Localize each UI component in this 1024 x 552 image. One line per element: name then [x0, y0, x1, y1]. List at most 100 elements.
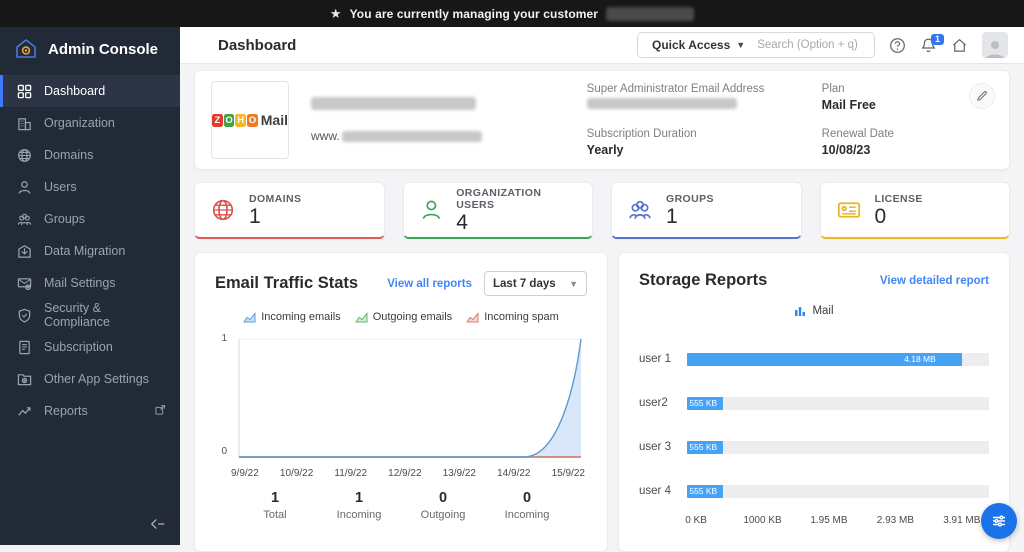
storage-bar[interactable]: 4.18 MB	[687, 352, 962, 366]
notification-count-badge: 1	[931, 33, 945, 46]
organization-icon	[18, 117, 31, 130]
organization-users-icon	[422, 200, 440, 220]
groups-cluster-icon	[629, 200, 651, 219]
admin-console-logo[interactable]: Admin Console	[0, 27, 180, 73]
field-renewal-date: Renewal Date 10/08/23	[821, 128, 894, 157]
storage-reports-panel: Storage Reports View detailed report Mai…	[618, 252, 1010, 552]
traffic-x-tick: 14/9/22	[497, 468, 531, 479]
sidebar-item-security-compliance[interactable]: Security & Compliance	[0, 299, 180, 331]
traffic-legend: Incoming emails Outgoing emails Incoming…	[215, 311, 587, 323]
globe-icon	[18, 148, 31, 162]
storage-bar-track: 555 KB	[687, 396, 989, 410]
traffic-x-tick: 15/9/22	[551, 468, 585, 479]
zoho-letter-o1: O	[223, 113, 235, 127]
notifications-button[interactable]: 1	[920, 33, 945, 54]
summary-incoming-spam: 0 Incoming	[504, 490, 550, 521]
email-traffic-title: Email Traffic Stats	[215, 274, 359, 292]
storage-bar-track: 555 KB	[687, 484, 989, 498]
legend-outgoing-emails: Outgoing emails	[354, 311, 452, 323]
global-search[interactable]: Quick Access ▼	[637, 32, 875, 58]
reports-trend-icon	[18, 406, 31, 416]
stat-card-groups[interactable]: GROUPS 1	[611, 182, 802, 239]
data-migration-icon	[18, 244, 31, 258]
customer-name-redacted	[606, 6, 695, 21]
sidebar-item-subscription[interactable]: Subscription	[0, 331, 180, 363]
user-avatar[interactable]	[982, 32, 1008, 58]
pencil-icon	[977, 91, 987, 101]
stat-card-license[interactable]: LICENSE 0	[819, 182, 1010, 239]
storage-axis-tick: 2.93 MB	[876, 515, 914, 526]
storage-filter-fab[interactable]	[981, 503, 1017, 539]
org-fields: Super Administrator Email Address Plan M…	[586, 83, 1002, 157]
admin-console-home-gear-icon	[16, 39, 36, 58]
help-button[interactable]	[889, 37, 906, 54]
shield-check-icon	[18, 308, 31, 323]
sidebar-item-organization[interactable]: Organization	[0, 107, 180, 139]
org-identity: www.	[311, 97, 482, 143]
storage-row-user1: user 1 4.18 MB	[639, 337, 989, 381]
summary-outgoing: 0 Outgoing	[420, 490, 466, 521]
stat-cards-row: DOMAINS 1 ORGANIZATION USERS 4 GROUPS 1	[194, 182, 1010, 239]
sidebar-item-label: Organization	[44, 116, 115, 130]
storage-reports-title: Storage Reports	[639, 271, 768, 289]
home-icon	[952, 38, 967, 52]
traffic-chart: 1 0	[215, 331, 587, 465]
sidebar-item-label: Groups	[44, 212, 85, 226]
storage-axis-tick: 3.91 MB	[943, 515, 981, 526]
storage-axis-tick: 0 KB	[685, 515, 707, 526]
chevron-down-icon: ▼	[736, 40, 746, 50]
traffic-x-tick: 12/9/22	[388, 468, 422, 479]
managed-customer-banner: ★ You are currently managing your custom…	[0, 0, 1024, 27]
dashboard-icon	[17, 84, 32, 98]
summary-incoming: 1 Incoming	[336, 490, 382, 521]
app-title: Admin Console	[48, 40, 159, 58]
traffic-x-tick: 13/9/22	[442, 468, 476, 479]
view-all-reports-link[interactable]: View all reports	[387, 278, 472, 290]
dashboard-panels: Email Traffic Stats View all reports Las…	[194, 252, 1010, 552]
sidebar-item-mail-settings[interactable]: Mail Settings	[0, 267, 180, 299]
sidebar-item-dashboard[interactable]: Dashboard	[0, 75, 180, 107]
storage-axis-tick: 1000 KB	[743, 515, 782, 526]
mini-area-icon-blue	[243, 311, 256, 322]
summary-total: 1 Total	[263, 490, 287, 521]
sidebar-item-groups[interactable]: Groups	[0, 203, 180, 235]
sliders-icon	[993, 515, 1005, 527]
org-name-redacted	[311, 97, 476, 110]
sidebar-item-other-app-settings[interactable]: Other App Settings	[0, 363, 180, 395]
edit-org-button[interactable]	[969, 83, 995, 109]
storage-bar[interactable]: 555 KB	[687, 440, 724, 454]
storage-bar-chart: user 1 4.18 MB user2 555 KB user 3 555 K…	[639, 337, 989, 513]
storage-row-user3: user 3 555 KB	[639, 425, 989, 469]
mini-area-icon-red	[466, 311, 479, 322]
field-subscription-duration: Subscription Duration Yearly	[586, 128, 697, 157]
sidebar-collapse-icon[interactable]	[150, 517, 166, 535]
zoho-letter-z: Z	[212, 113, 223, 127]
user-icon	[18, 180, 31, 194]
sidebar-nav: Dashboard Organization Domains Users Gro…	[0, 75, 180, 427]
search-input[interactable]	[757, 39, 868, 51]
avatar-person-icon	[986, 41, 1004, 58]
legend-incoming-emails: Incoming emails	[243, 311, 341, 323]
stat-card-organization-users[interactable]: ORGANIZATION USERS 4	[402, 182, 593, 239]
date-range-select[interactable]: Last 7 days ▼	[484, 271, 587, 296]
sidebar-item-label: Subscription	[44, 340, 113, 354]
organization-info-card: Z O H O Mail www. Super Administrator Em…	[194, 70, 1010, 170]
stat-card-domains[interactable]: DOMAINS 1	[194, 182, 385, 239]
storage-bar[interactable]: 555 KB	[687, 396, 724, 410]
traffic-x-tick: 10/9/22	[279, 468, 314, 479]
sidebar-item-reports[interactable]: Reports	[0, 395, 180, 427]
sidebar-item-data-migration[interactable]: Data Migration	[0, 235, 180, 267]
super-admin-email-redacted	[586, 98, 737, 109]
storage-row-user2: user2 555 KB	[639, 381, 989, 425]
view-detailed-report-link[interactable]: View detailed report	[880, 275, 989, 287]
folder-gear-icon	[17, 373, 32, 385]
groups-icon	[17, 213, 32, 225]
home-button[interactable]	[951, 37, 968, 54]
license-card-icon	[837, 202, 860, 218]
quick-access-dropdown[interactable]: Quick Access	[652, 38, 730, 52]
zoho-letter-h: H	[235, 113, 247, 127]
sidebar-item-users[interactable]: Users	[0, 171, 180, 203]
sidebar-item-domains[interactable]: Domains	[0, 139, 180, 171]
traffic-x-axis-labels: 9/9/22 10/9/22 11/9/22 12/9/22 13/9/22 14/9/2…	[231, 468, 585, 479]
storage-bar[interactable]: 555 KB	[687, 484, 724, 498]
